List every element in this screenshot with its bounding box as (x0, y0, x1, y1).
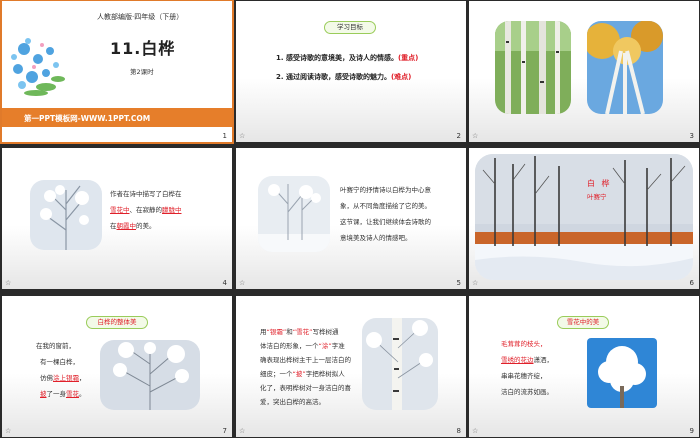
slide-text-2: 象，从不同角度描绘了它的美。 (340, 202, 431, 210)
slide-text-2: 体洁白的形象，一个“涂”字准 (260, 342, 345, 350)
snow-tree-blue-sky-photo (587, 338, 657, 408)
star-icon: ☆ (239, 279, 246, 287)
frosted-branches-photo (100, 340, 200, 410)
slide-number: 9 (689, 427, 694, 435)
footer-text: 第一PPT模板网-WWW.1PPT.COM (24, 114, 151, 123)
slide-text-4: 细皮；一个“披”字把桦树拟人 (260, 370, 345, 378)
goal-1: 1. 感受诗歌的意境美，及诗人的情感。(重点) (276, 54, 419, 62)
section-tag: 雪花中的美 (557, 316, 609, 329)
slide-text-1: 作者在诗中描写了白桦在 (110, 190, 182, 198)
slide-text-6: 爱，突出白桦的高洁。 (260, 398, 325, 406)
slide-text-3: 在朝霞中的美。 (110, 222, 156, 230)
slide-number: 5 (456, 279, 461, 287)
snowy-forest-photo (475, 154, 693, 280)
slide-text-3: 这节课，让我们继续体会诗歌的 (340, 218, 431, 226)
section-tag: 白桦的整体美 (86, 316, 148, 329)
autumn-birch-photo (587, 21, 663, 114)
poem-line-2: 雪绣的花边潇洒， (501, 356, 553, 364)
slide-thumbnail-7[interactable]: 白桦的整体美 在我的窗前， 有一棵白桦， 仿佛涂上银霜， 披了一身雪花。 ☆ 7 (2, 296, 232, 437)
slide-number: 8 (456, 427, 461, 435)
grade-label: 人教部编版·四年级（下册） (97, 13, 184, 21)
slide-thumbnail-4[interactable]: 作者在诗中描写了白桦在 雪花中、在寂静的朦胧中 在朝霞中的美。 ☆ 4 (2, 148, 232, 289)
slide-thumbnail-8[interactable]: 用“银霜”和“雪花”写桦树通 体洁白的形象，一个“涂”字准 确表现出桦树主干上一… (236, 296, 466, 437)
slide-thumbnail-2[interactable]: 学习目标 1. 感受诗歌的意境美，及诗人的情感。(重点) 2. 通过阅读诗歌，感… (236, 1, 466, 142)
star-icon: ☆ (5, 132, 12, 140)
slide-thumbnail-6[interactable]: 白 桦 叶赛宁 ☆ 6 (469, 148, 699, 289)
slide-title: 11.白桦 (110, 39, 176, 58)
poem-line-3: 仿佛涂上银霜， (40, 374, 86, 382)
slide-text-4: 意境美及诗人的情感吧。 (340, 234, 412, 242)
poem-line-1: 毛茸茸的枝头， (501, 340, 547, 348)
poem-line-4: 洁白的流苏如画。 (501, 388, 553, 396)
footer-bar: 第一PPT模板网-WWW.1PPT.COM (2, 108, 232, 127)
poem-line-2: 有一棵白桦， (40, 358, 79, 366)
slide-text-1: 用“银霜”和“雪花”写桦树通 (260, 328, 339, 336)
section-tag: 学习目标 (324, 21, 376, 34)
slide-text-2: 雪花中、在寂静的朦胧中 (110, 206, 182, 214)
birch-forest-photo (495, 21, 571, 114)
slide-text-5: 化了，表明桦树对一身洁白的喜 (260, 384, 351, 392)
slide-thumbnail-1[interactable]: 人教部编版·四年级（下册） 11.白桦 第2课时 第一PPT模板网-WWW.1P… (0, 0, 234, 144)
star-icon: ☆ (472, 279, 479, 287)
winter-birch-photo (258, 176, 330, 252)
poem-line-4: 披了一身雪花。 (40, 390, 86, 398)
goal-2: 2. 通过阅读诗歌，感受诗歌的魅力。(难点) (276, 73, 412, 81)
slide-thumbnail-5[interactable]: 叶赛宁的抒情诗以白桦为中心意 象，从不同角度描绘了它的美。 这节课，让我们继续体… (236, 148, 466, 289)
flower-decoration (11, 38, 65, 96)
star-icon: ☆ (5, 279, 12, 287)
star-icon: ☆ (472, 427, 479, 435)
star-icon: ☆ (239, 132, 246, 140)
slide-thumbnail-3[interactable]: ☆ 3 (469, 1, 699, 142)
slide-thumbnail-9[interactable]: 雪花中的美 毛茸茸的枝头， 雪绣的花边潇洒， 串串花穗齐绽， 洁白的流苏如画。 … (469, 296, 699, 437)
slide-number: 7 (222, 427, 227, 435)
poem-author: 叶赛宁 (587, 193, 607, 201)
slide-number: 2 (456, 132, 461, 140)
poem-line-3: 串串花穗齐绽， (501, 372, 547, 380)
star-icon: ☆ (5, 427, 12, 435)
slide-number: 6 (689, 279, 694, 287)
slide-text-3: 确表现出桦树主干上一层洁白的 (260, 356, 351, 364)
lesson-period: 第2课时 (130, 68, 154, 76)
star-icon: ☆ (472, 132, 479, 140)
slide-number: 4 (222, 279, 227, 287)
slide-number: 1 (222, 132, 227, 140)
star-icon: ☆ (239, 427, 246, 435)
slide-text-1: 叶赛宁的抒情诗以白桦为中心意 (340, 186, 431, 194)
birch-trunk-photo (362, 318, 438, 410)
poem-title: 白 桦 (587, 179, 612, 188)
poem-line-1: 在我的窗前， (36, 342, 75, 350)
snowy-tree-photo (30, 180, 102, 250)
slide-number: 3 (689, 132, 694, 140)
